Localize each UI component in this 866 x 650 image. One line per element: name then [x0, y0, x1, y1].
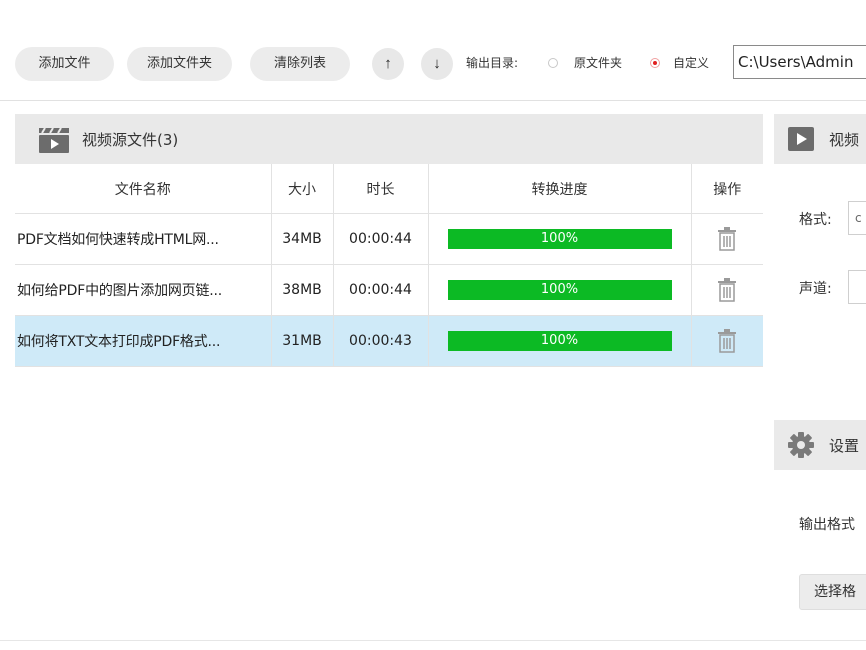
progress-bar: 100% [447, 331, 672, 351]
clear-list-button[interactable]: 清除列表 [250, 47, 350, 81]
radio-custom[interactable] [650, 58, 660, 68]
source-files-table: 文件名称 大小 时长 转换进度 操作 PDF文档如何快速转成HTML网... 3… [15, 164, 763, 367]
arrow-up-icon: ↑ [384, 55, 392, 72]
clapperboard-icon [39, 127, 69, 153]
arrow-down-icon: ↓ [433, 55, 441, 72]
file-name-cell: PDF文档如何快速转成HTML网... [15, 213, 272, 265]
progress-cell: 100% [428, 213, 692, 265]
source-files-header: 视频源文件(3) [15, 114, 763, 164]
file-name-cell: 如何给PDF中的图片添加网页链... [15, 264, 272, 316]
source-files-title: 视频源文件(3) [82, 131, 179, 149]
action-cell [691, 213, 763, 265]
column-header-duration[interactable]: 时长 [333, 164, 429, 214]
custom-label[interactable]: 自定义 [673, 54, 709, 71]
window-top-strip [0, 0, 866, 25]
column-header-action: 操作 [691, 164, 763, 214]
settings-title: 设置 [829, 437, 860, 455]
progress-bar: 100% [447, 229, 672, 249]
radio-source-folder[interactable] [548, 58, 558, 68]
gear-icon [788, 432, 814, 458]
column-header-size[interactable]: 大小 [271, 164, 334, 214]
move-down-button[interactable]: ↓ [421, 48, 453, 80]
add-file-button[interactable]: 添加文件 [15, 47, 114, 81]
video-section-title: 视频 [829, 131, 860, 149]
table-header-row: 文件名称 大小 时长 转换进度 操作 [15, 164, 763, 214]
file-duration-cell: 00:00:43 [333, 315, 429, 367]
source-folder-label[interactable]: 原文件夹 [574, 54, 622, 71]
trash-icon[interactable] [717, 278, 737, 302]
output-format-label: 输出格式 [799, 517, 855, 533]
table-row[interactable]: 如何将TXT文本打印成PDF格式... 31MB 00:00:43 100% [15, 315, 763, 367]
play-icon [788, 127, 814, 151]
file-duration-cell: 00:00:44 [333, 264, 429, 316]
channel-label: 声道: [799, 281, 832, 297]
toolbar: 添加文件 添加文件夹 清除列表 ↑ ↓ 输出目录: 原文件夹 自定义 [0, 24, 866, 101]
select-format-button[interactable]: 选择格 [799, 574, 866, 610]
table-row[interactable]: 如何给PDF中的图片添加网页链... 38MB 00:00:44 100% [15, 264, 763, 316]
file-size-cell: 34MB [271, 213, 334, 265]
output-path-field[interactable] [733, 45, 866, 79]
file-size-cell: 31MB [271, 315, 334, 367]
trash-icon[interactable] [717, 329, 737, 353]
file-duration-cell: 00:00:44 [333, 213, 429, 265]
move-up-button[interactable]: ↑ [372, 48, 404, 80]
output-dir-label: 输出目录: [466, 56, 519, 70]
action-cell [691, 264, 763, 316]
format-label: 格式: [799, 212, 832, 228]
progress-cell: 100% [428, 315, 692, 367]
add-folder-button[interactable]: 添加文件夹 [127, 47, 232, 81]
progress-cell: 100% [428, 264, 692, 316]
format-select[interactable]: c [848, 201, 866, 235]
progress-bar: 100% [447, 280, 672, 300]
trash-icon[interactable] [717, 227, 737, 251]
column-header-name[interactable]: 文件名称 [15, 164, 272, 214]
bottom-divider [0, 640, 866, 641]
table-row[interactable]: PDF文档如何快速转成HTML网... 34MB 00:00:44 100% [15, 213, 763, 265]
settings-header: 设置 [774, 420, 866, 470]
file-name-cell: 如何将TXT文本打印成PDF格式... [15, 315, 272, 367]
column-header-progress[interactable]: 转换进度 [428, 164, 692, 214]
channel-select[interactable] [848, 270, 866, 304]
file-size-cell: 38MB [271, 264, 334, 316]
action-cell [691, 315, 763, 367]
video-settings-header: 视频 [774, 114, 866, 164]
